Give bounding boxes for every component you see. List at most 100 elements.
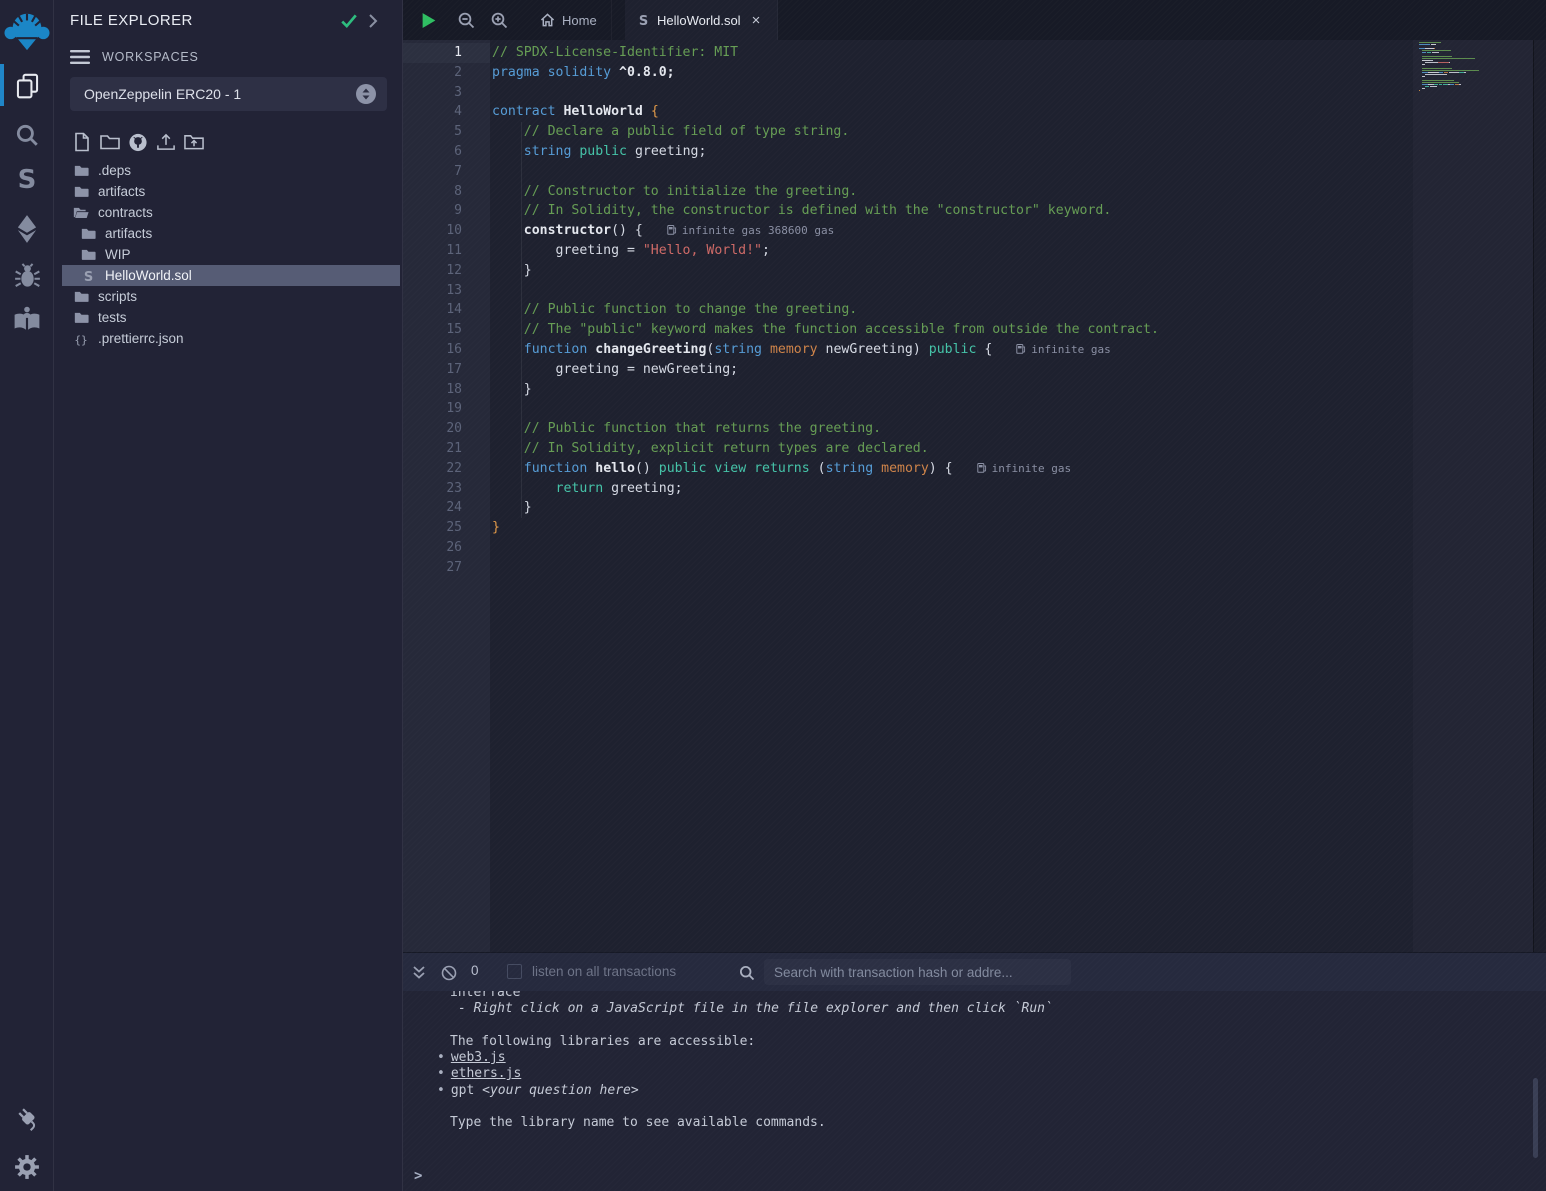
terminal-scrollbar-thumb[interactable] [1533,1078,1538,1158]
folder-icon [72,164,90,177]
tree-item-tests[interactable]: tests [54,307,402,328]
remix-logo-icon[interactable] [0,8,54,54]
tree-item--prettierrc-json[interactable]: {}.prettierrc.json [54,328,402,349]
tab-home[interactable]: Home [528,0,612,40]
file-explorer-icon[interactable] [0,72,54,99]
tree-item-artifacts[interactable]: artifacts [54,181,402,202]
line-number[interactable]: 22 [403,459,462,479]
line-number[interactable]: 8 [403,182,462,202]
line-number[interactable]: 4 [403,102,462,122]
terminal-prompt[interactable]: > [414,1168,422,1184]
line-number[interactable]: 9 [403,201,462,221]
tree-item-label: artifacts [98,184,145,199]
line-number[interactable]: 23 [403,479,462,499]
line-number[interactable]: 26 [403,538,462,558]
line-number[interactable]: 6 [403,142,462,162]
upload-file-icon[interactable] [156,131,176,153]
folder-icon [79,248,97,261]
tree-item-contracts[interactable]: contracts [54,202,402,223]
solidity-icon: S [637,13,650,27]
terminal-header: 0 listen on all transactions [403,953,1546,991]
line-number[interactable]: 12 [403,261,462,281]
minimap[interactable] [1419,42,1527,96]
run-script-button[interactable] [421,12,437,29]
line-number[interactable]: 7 [403,162,462,182]
line-number[interactable]: 21 [403,439,462,459]
check-icon[interactable] [340,13,358,29]
terminal-search-input[interactable] [764,959,1071,985]
terminal-link[interactable]: ethers.js [451,1066,521,1081]
remix-ide-window: S [0,0,1546,1191]
minimap-line [1419,94,1527,95]
line-number[interactable]: 10 [403,221,462,241]
terminal-line [450,1099,1546,1115]
close-tab-icon[interactable]: × [752,13,761,28]
line-number[interactable]: 1 [403,43,462,63]
minimap-line [1419,86,1527,87]
terminal-text: Type the library name to see available c… [450,1115,826,1130]
line-number[interactable]: 25 [403,518,462,538]
workspaces-menu-icon[interactable] [70,49,90,65]
svg-text:S: S [639,14,648,27]
code-area[interactable]: // SPDX-License-Identifier: MITpragma so… [490,40,1413,952]
line-number[interactable]: 17 [403,360,462,380]
new-folder-icon[interactable] [100,131,120,153]
line-number[interactable]: 13 [403,281,462,301]
chevron-right-icon[interactable] [367,13,379,29]
tree-item-wip[interactable]: WIP [54,244,402,265]
upload-folder-icon[interactable] [184,131,204,153]
workspace-select[interactable]: OpenZeppelin ERC20 - 1 [70,77,387,111]
tree-item-helloworld-sol[interactable]: SHelloWorld.sol [62,265,400,286]
svg-text:{}: {} [74,333,87,346]
github-icon[interactable] [128,131,148,153]
solidity-compiler-icon[interactable]: S [0,165,54,195]
gas-estimate: infinite gas [977,462,1071,475]
code-line [492,83,1159,103]
line-number[interactable]: 2 [403,63,462,83]
minimap-line [1419,76,1527,77]
minimap-column [1413,40,1533,952]
listen-transactions-checkbox[interactable] [507,964,522,979]
line-number[interactable]: 3 [403,83,462,103]
code-line [492,538,1159,558]
line-number[interactable]: 18 [403,380,462,400]
line-number[interactable]: 15 [403,320,462,340]
settings-gear-icon[interactable] [0,1154,54,1180]
minimap-line [1419,72,1527,73]
line-number[interactable]: 27 [403,558,462,578]
line-number[interactable]: 19 [403,399,462,419]
line-number[interactable]: 20 [403,419,462,439]
deploy-run-icon[interactable] [0,214,54,244]
terminal-line: interface [450,991,1546,1001]
zoom-in-icon[interactable] [491,12,508,29]
new-file-icon[interactable] [72,131,92,153]
expand-terminal-icon[interactable] [412,965,426,980]
tree-item-artifacts[interactable]: artifacts [54,223,402,244]
debugger-icon[interactable] [0,263,54,290]
code-line: // Public function that returns the gree… [492,419,1159,439]
line-number[interactable]: 11 [403,241,462,261]
search-icon[interactable] [0,122,54,148]
workspace-selected-value: OpenZeppelin ERC20 - 1 [84,86,355,102]
minimap-line [1419,90,1527,91]
tree-item-label: contracts [98,205,153,220]
line-number[interactable]: 14 [403,300,462,320]
editor-scrollbar-track[interactable] [1533,40,1546,952]
line-number[interactable]: 5 [403,122,462,142]
tree-item--deps[interactable]: .deps [54,160,402,181]
line-number[interactable]: 24 [403,498,462,518]
tree-item-scripts[interactable]: scripts [54,286,402,307]
workspace-sort-icon[interactable] [355,83,377,105]
svg-text:S: S [18,165,37,195]
folder-icon [72,290,90,303]
code-line: // The "public" keyword makes the functi… [492,320,1159,340]
line-number[interactable]: 16 [403,340,462,360]
terminal-link[interactable]: web3.js [451,1050,506,1065]
minimap-line [1419,46,1527,47]
terminal-output[interactable]: interface- Right click on a JavaScript f… [403,991,1546,1191]
plugin-manager-icon[interactable] [0,1104,54,1131]
zoom-out-icon[interactable] [458,12,475,29]
clear-console-icon[interactable] [441,965,457,981]
learneth-icon[interactable] [0,306,54,332]
tab-helloworld-sol[interactable]: SHelloWorld.sol× [625,0,778,40]
